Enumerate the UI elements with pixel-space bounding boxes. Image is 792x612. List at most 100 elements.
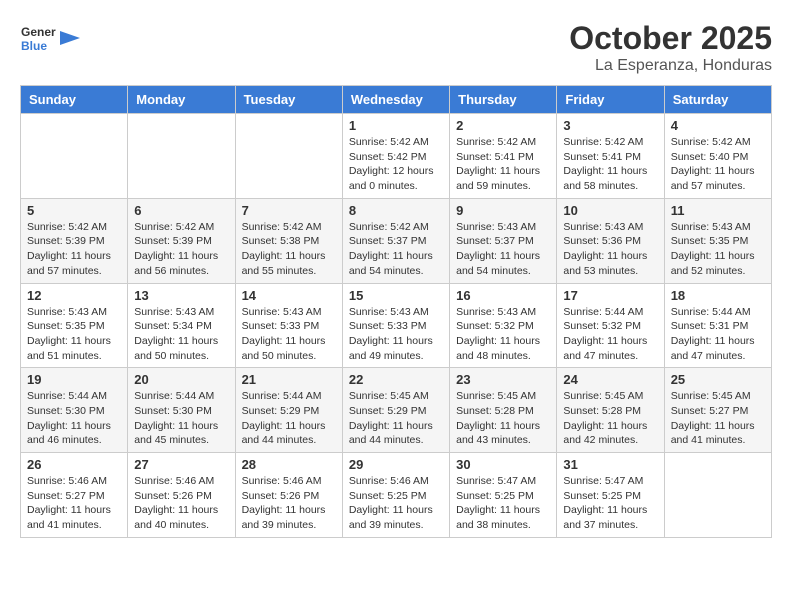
weekday-header-monday: Monday — [128, 86, 235, 114]
calendar-cell: 25Sunrise: 5:45 AM Sunset: 5:27 PM Dayli… — [664, 368, 771, 453]
weekday-header-saturday: Saturday — [664, 86, 771, 114]
day-number: 17 — [563, 288, 657, 303]
calendar-cell: 13 Sunrise: 5:43 AM Sunset: 5:34 PM Dayli… — [128, 283, 235, 368]
day-number: 13 — [134, 288, 228, 303]
day-info: Sunrise: 5:45 AM Sunset: 5:29 PM Dayligh… — [349, 389, 443, 448]
day-number: 1 — [349, 118, 443, 133]
day-number: 26 — [27, 457, 121, 472]
weekday-header-row: SundayMondayTuesdayWednesdayThursdayFrid… — [21, 86, 772, 114]
day-number: 14 — [242, 288, 336, 303]
month-title: October 2025 — [569, 20, 772, 57]
calendar-cell: 21 Sunrise: 5:44 AM Sunset: 5:29 PM Dayli… — [235, 368, 342, 453]
weekday-header-thursday: Thursday — [450, 86, 557, 114]
week-row-3: 12Sunrise: 5:43 AM Sunset: 5:35 PM Dayli… — [21, 283, 772, 368]
day-info: Sunrise: 5:43 AM Sunset: 5:35 PM Dayligh… — [27, 305, 121, 364]
day-info: Sunrise: 5:42 AM Sunset: 5:41 PM Dayligh… — [563, 135, 657, 194]
day-number: 27 — [134, 457, 228, 472]
calendar-cell — [664, 453, 771, 538]
calendar-cell: 19 Sunrise: 5:44 AM Sunset: 5:30 PM Dayli… — [21, 368, 128, 453]
day-info: Sunrise: 5:42 AM Sunset: 5:38 PM Dayligh… — [242, 220, 336, 279]
calendar-cell — [128, 114, 235, 199]
day-number: 8 — [349, 203, 443, 218]
day-info: Sunrise: 5:46 AM Sunset: 5:26 PM Dayligh… — [134, 474, 228, 533]
calendar-cell: 11 Sunrise: 5:43 AM Sunset: 5:35 PM Dayli… — [664, 198, 771, 283]
day-info: Sunrise: 5:44 AM Sunset: 5:29 PM Dayligh… — [242, 389, 336, 448]
calendar-cell: 5 Sunrise: 5:42 AM Sunset: 5:39 PM Daylig… — [21, 198, 128, 283]
day-number: 18 — [671, 288, 765, 303]
day-number: 3 — [563, 118, 657, 133]
svg-text:Blue: Blue — [21, 39, 47, 53]
calendar-cell: 26Sunrise: 5:46 AM Sunset: 5:27 PM Dayli… — [21, 453, 128, 538]
week-row-2: 5 Sunrise: 5:42 AM Sunset: 5:39 PM Daylig… — [21, 198, 772, 283]
weekday-header-friday: Friday — [557, 86, 664, 114]
day-info: Sunrise: 5:43 AM Sunset: 5:33 PM Dayligh… — [349, 305, 443, 364]
calendar-cell: 12Sunrise: 5:43 AM Sunset: 5:35 PM Dayli… — [21, 283, 128, 368]
day-info: Sunrise: 5:42 AM Sunset: 5:41 PM Dayligh… — [456, 135, 550, 194]
calendar-cell: 6 Sunrise: 5:42 AM Sunset: 5:39 PM Daylig… — [128, 198, 235, 283]
day-number: 11 — [671, 203, 765, 218]
calendar-cell: 15 Sunrise: 5:43 AM Sunset: 5:33 PM Dayli… — [342, 283, 449, 368]
day-info: Sunrise: 5:46 AM Sunset: 5:26 PM Dayligh… — [242, 474, 336, 533]
calendar-cell: 31 Sunrise: 5:47 AM Sunset: 5:25 PM Dayli… — [557, 453, 664, 538]
calendar-cell: 9Sunrise: 5:43 AM Sunset: 5:37 PM Daylig… — [450, 198, 557, 283]
calendar-table: SundayMondayTuesdayWednesdayThursdayFrid… — [20, 85, 772, 538]
day-info: Sunrise: 5:43 AM Sunset: 5:33 PM Dayligh… — [242, 305, 336, 364]
calendar-cell: 4Sunrise: 5:42 AM Sunset: 5:40 PM Daylig… — [664, 114, 771, 199]
calendar-cell: 10 Sunrise: 5:43 AM Sunset: 5:36 PM Dayli… — [557, 198, 664, 283]
calendar-cell: 29Sunrise: 5:46 AM Sunset: 5:25 PM Dayli… — [342, 453, 449, 538]
calendar-cell: 8 Sunrise: 5:42 AM Sunset: 5:37 PM Daylig… — [342, 198, 449, 283]
calendar-cell: 22Sunrise: 5:45 AM Sunset: 5:29 PM Dayli… — [342, 368, 449, 453]
day-number: 30 — [456, 457, 550, 472]
day-info: Sunrise: 5:43 AM Sunset: 5:37 PM Dayligh… — [456, 220, 550, 279]
weekday-header-tuesday: Tuesday — [235, 86, 342, 114]
day-number: 16 — [456, 288, 550, 303]
day-number: 10 — [563, 203, 657, 218]
day-number: 7 — [242, 203, 336, 218]
calendar-cell: 23 Sunrise: 5:45 AM Sunset: 5:28 PM Dayli… — [450, 368, 557, 453]
calendar-cell — [235, 114, 342, 199]
day-info: Sunrise: 5:43 AM Sunset: 5:36 PM Dayligh… — [563, 220, 657, 279]
day-number: 15 — [349, 288, 443, 303]
calendar-cell: 18Sunrise: 5:44 AM Sunset: 5:31 PM Dayli… — [664, 283, 771, 368]
calendar-cell: 3 Sunrise: 5:42 AM Sunset: 5:41 PM Daylig… — [557, 114, 664, 199]
location-subtitle: La Esperanza, Honduras — [569, 57, 772, 75]
calendar-cell: 16Sunrise: 5:43 AM Sunset: 5:32 PM Dayli… — [450, 283, 557, 368]
calendar-cell: 7 Sunrise: 5:42 AM Sunset: 5:38 PM Daylig… — [235, 198, 342, 283]
day-number: 20 — [134, 372, 228, 387]
calendar-cell: 14 Sunrise: 5:43 AM Sunset: 5:33 PM Dayli… — [235, 283, 342, 368]
day-number: 5 — [27, 203, 121, 218]
day-info: Sunrise: 5:42 AM Sunset: 5:39 PM Dayligh… — [27, 220, 121, 279]
svg-text:General: General — [21, 25, 56, 39]
calendar-cell: 24Sunrise: 5:45 AM Sunset: 5:28 PM Dayli… — [557, 368, 664, 453]
day-number: 31 — [563, 457, 657, 472]
logo: General Blue — [20, 20, 80, 56]
calendar-cell: 27 Sunrise: 5:46 AM Sunset: 5:26 PM Dayli… — [128, 453, 235, 538]
day-info: Sunrise: 5:46 AM Sunset: 5:25 PM Dayligh… — [349, 474, 443, 533]
calendar-cell: 1Sunrise: 5:42 AM Sunset: 5:42 PM Daylig… — [342, 114, 449, 199]
day-number: 23 — [456, 372, 550, 387]
weekday-header-sunday: Sunday — [21, 86, 128, 114]
calendar-cell — [21, 114, 128, 199]
day-info: Sunrise: 5:47 AM Sunset: 5:25 PM Dayligh… — [456, 474, 550, 533]
week-row-1: 1Sunrise: 5:42 AM Sunset: 5:42 PM Daylig… — [21, 114, 772, 199]
day-info: Sunrise: 5:45 AM Sunset: 5:28 PM Dayligh… — [456, 389, 550, 448]
week-row-5: 26Sunrise: 5:46 AM Sunset: 5:27 PM Dayli… — [21, 453, 772, 538]
day-info: Sunrise: 5:45 AM Sunset: 5:27 PM Dayligh… — [671, 389, 765, 448]
day-number: 2 — [456, 118, 550, 133]
title-block: October 2025 La Esperanza, Honduras — [569, 20, 772, 75]
day-info: Sunrise: 5:42 AM Sunset: 5:37 PM Dayligh… — [349, 220, 443, 279]
day-info: Sunrise: 5:44 AM Sunset: 5:30 PM Dayligh… — [27, 389, 121, 448]
calendar-cell: 28Sunrise: 5:46 AM Sunset: 5:26 PM Dayli… — [235, 453, 342, 538]
day-number: 6 — [134, 203, 228, 218]
day-number: 24 — [563, 372, 657, 387]
calendar-cell: 20 Sunrise: 5:44 AM Sunset: 5:30 PM Dayli… — [128, 368, 235, 453]
calendar-cell: 2 Sunrise: 5:42 AM Sunset: 5:41 PM Daylig… — [450, 114, 557, 199]
day-info: Sunrise: 5:43 AM Sunset: 5:35 PM Dayligh… — [671, 220, 765, 279]
day-number: 21 — [242, 372, 336, 387]
page-header: General Blue October 2025 La Esperanza, … — [20, 20, 772, 75]
day-info: Sunrise: 5:47 AM Sunset: 5:25 PM Dayligh… — [563, 474, 657, 533]
day-info: Sunrise: 5:43 AM Sunset: 5:34 PM Dayligh… — [134, 305, 228, 364]
day-number: 19 — [27, 372, 121, 387]
day-info: Sunrise: 5:42 AM Sunset: 5:39 PM Dayligh… — [134, 220, 228, 279]
day-info: Sunrise: 5:44 AM Sunset: 5:30 PM Dayligh… — [134, 389, 228, 448]
